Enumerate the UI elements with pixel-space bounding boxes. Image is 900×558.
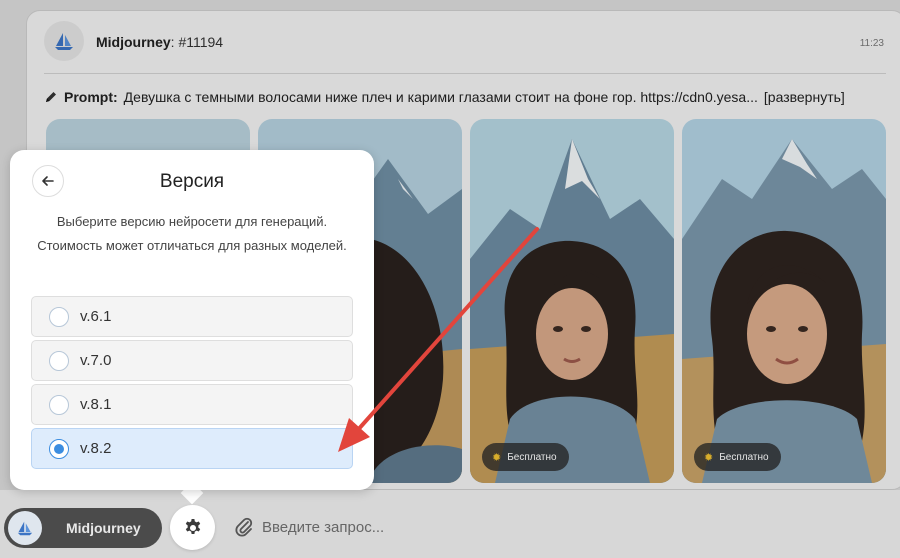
model-selector[interactable]: Midjourney: [4, 508, 162, 548]
version-label: v.8.1: [80, 396, 112, 413]
generated-image-4[interactable]: ✹ Бесплатно: [682, 119, 886, 483]
model-name: Midjourney: [66, 520, 141, 536]
bot-name: Midjourney: [96, 34, 171, 50]
radio-button[interactable]: [49, 306, 69, 327]
version-label: v.8.2: [80, 440, 112, 457]
popup-title: Версия: [159, 171, 225, 192]
divider: [44, 73, 886, 74]
sailboat-logo-icon: [17, 521, 33, 536]
paperclip-icon[interactable]: [233, 516, 255, 538]
bot-avatar: [44, 21, 84, 61]
sun-icon: ✹: [704, 451, 714, 464]
bot-title: Midjourney: #11194: [96, 34, 224, 50]
prompt-text: Девушка с темными волосами ниже плеч и к…: [123, 89, 758, 105]
free-badge-label: Бесплатно: [507, 451, 557, 463]
query-input[interactable]: [262, 512, 882, 542]
generated-image-3[interactable]: ✹ Бесплатно: [470, 119, 674, 483]
free-badge: ✹ Бесплатно: [694, 443, 781, 471]
mountain-portrait-image: [682, 119, 886, 483]
free-badge: ✹ Бесплатно: [482, 443, 569, 471]
expand-link[interactable]: [развернуть]: [764, 89, 845, 105]
radio-button[interactable]: [49, 394, 69, 415]
message-tag: #11194: [178, 34, 224, 50]
radio-button-selected[interactable]: [49, 438, 69, 459]
free-badge-label: Бесплатно: [719, 451, 769, 463]
settings-button[interactable]: [170, 505, 215, 550]
prompt-line: Prompt: Девушка с темными волосами ниже …: [44, 89, 845, 105]
radio-button[interactable]: [49, 350, 69, 371]
version-option-8-1[interactable]: v.8.1: [31, 384, 353, 425]
model-avatar: [8, 511, 42, 545]
mountain-portrait-image: [470, 119, 674, 483]
gear-icon: [185, 518, 200, 534]
sun-icon: ✹: [492, 451, 502, 464]
version-popup: Версия Выберите версию нейросети для ген…: [10, 150, 374, 490]
version-label: v.7.0: [80, 352, 112, 369]
version-option-7-0[interactable]: v.7.0: [31, 340, 353, 381]
prompt-label: Prompt:: [64, 89, 118, 105]
version-option-6-1[interactable]: v.6.1: [31, 296, 353, 337]
message-time: 11:23: [859, 38, 884, 49]
popup-description: Выберите версию нейросети для генераций.…: [37, 214, 347, 253]
pencil-icon: [46, 92, 56, 102]
sailboat-logo-icon: [55, 33, 73, 50]
version-label: v.6.1: [80, 308, 112, 325]
version-option-8-2[interactable]: v.8.2: [31, 428, 353, 469]
